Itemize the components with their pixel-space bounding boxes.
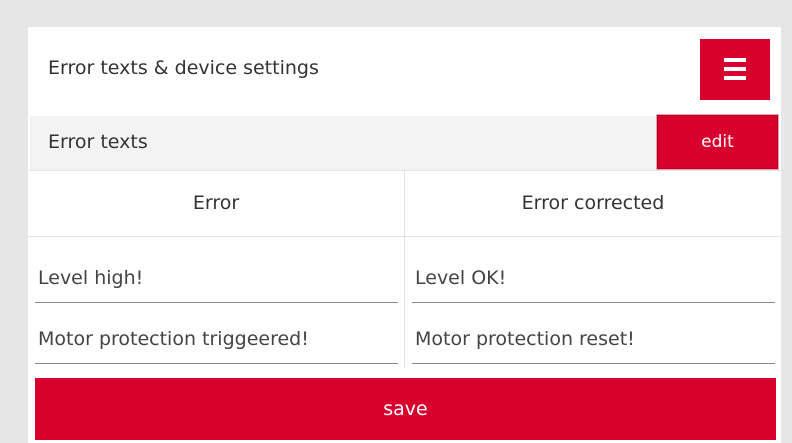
error-texts-panel: Error texts & device settings Error text… (28, 27, 781, 443)
save-button[interactable]: save (35, 378, 776, 440)
column-divider (404, 171, 405, 368)
panel-header: Error texts & device settings (28, 27, 781, 113)
column-header-error-corrected: Error corrected (521, 192, 665, 214)
error-text-input[interactable] (35, 314, 398, 364)
edit-button[interactable]: edit (657, 115, 778, 169)
column-header-error: Error (192, 192, 240, 214)
error-corrected-text-input[interactable] (412, 253, 775, 303)
error-corrected-text-input[interactable] (412, 314, 775, 364)
divider (28, 236, 781, 237)
page-title: Error texts & device settings (48, 57, 319, 79)
menu-button[interactable] (700, 39, 770, 100)
error-text-input[interactable] (35, 253, 398, 303)
section-title: Error texts (48, 131, 148, 153)
